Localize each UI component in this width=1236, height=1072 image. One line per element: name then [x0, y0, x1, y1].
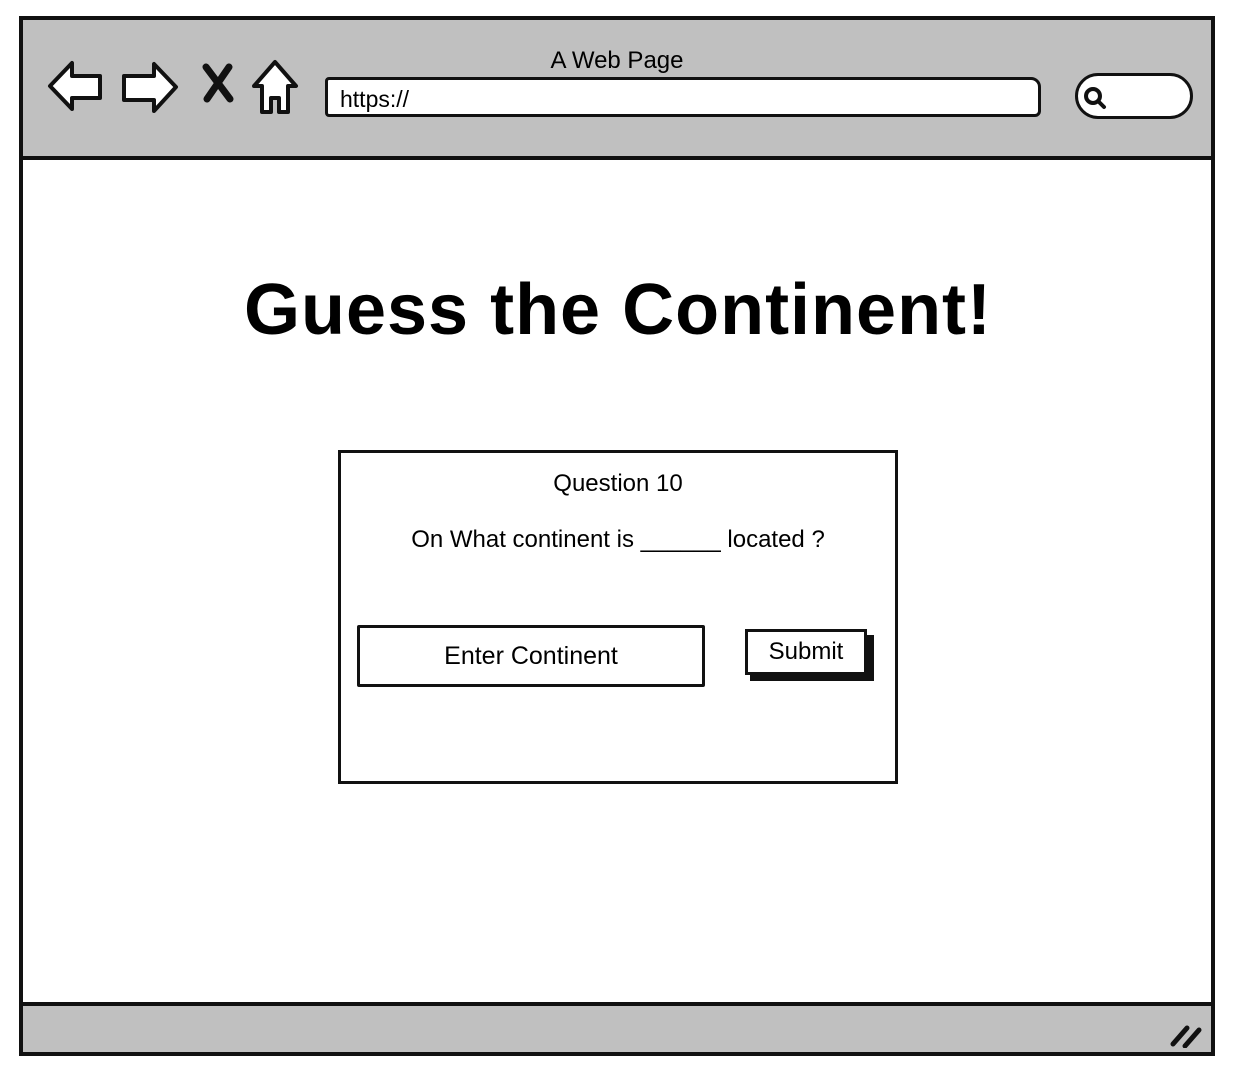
back-arrow-icon[interactable]: [46, 57, 104, 115]
status-bar: [19, 1002, 1215, 1056]
continent-input[interactable]: [357, 625, 705, 687]
question-panel: Question 10 On What continent is ______ …: [338, 450, 898, 784]
question-number: Question 10: [553, 470, 683, 497]
address-bar[interactable]: https://: [325, 77, 1041, 117]
page-title: Guess the Continent!: [243, 270, 992, 350]
address-bar-text: https://: [340, 86, 410, 112]
browser-window: A Web Page https:// Guess the Continent!…: [0, 0, 1236, 1072]
forward-arrow-icon[interactable]: [120, 57, 180, 117]
search-icon: [1084, 87, 1106, 109]
close-x-icon[interactable]: [200, 63, 236, 103]
submit-button[interactable]: Submit: [745, 629, 867, 675]
question-text: On What continent is ______ located ?: [411, 526, 825, 553]
search-field[interactable]: [1075, 73, 1193, 119]
home-icon[interactable]: [250, 58, 300, 116]
resize-grip-icon[interactable]: [1169, 1022, 1203, 1048]
